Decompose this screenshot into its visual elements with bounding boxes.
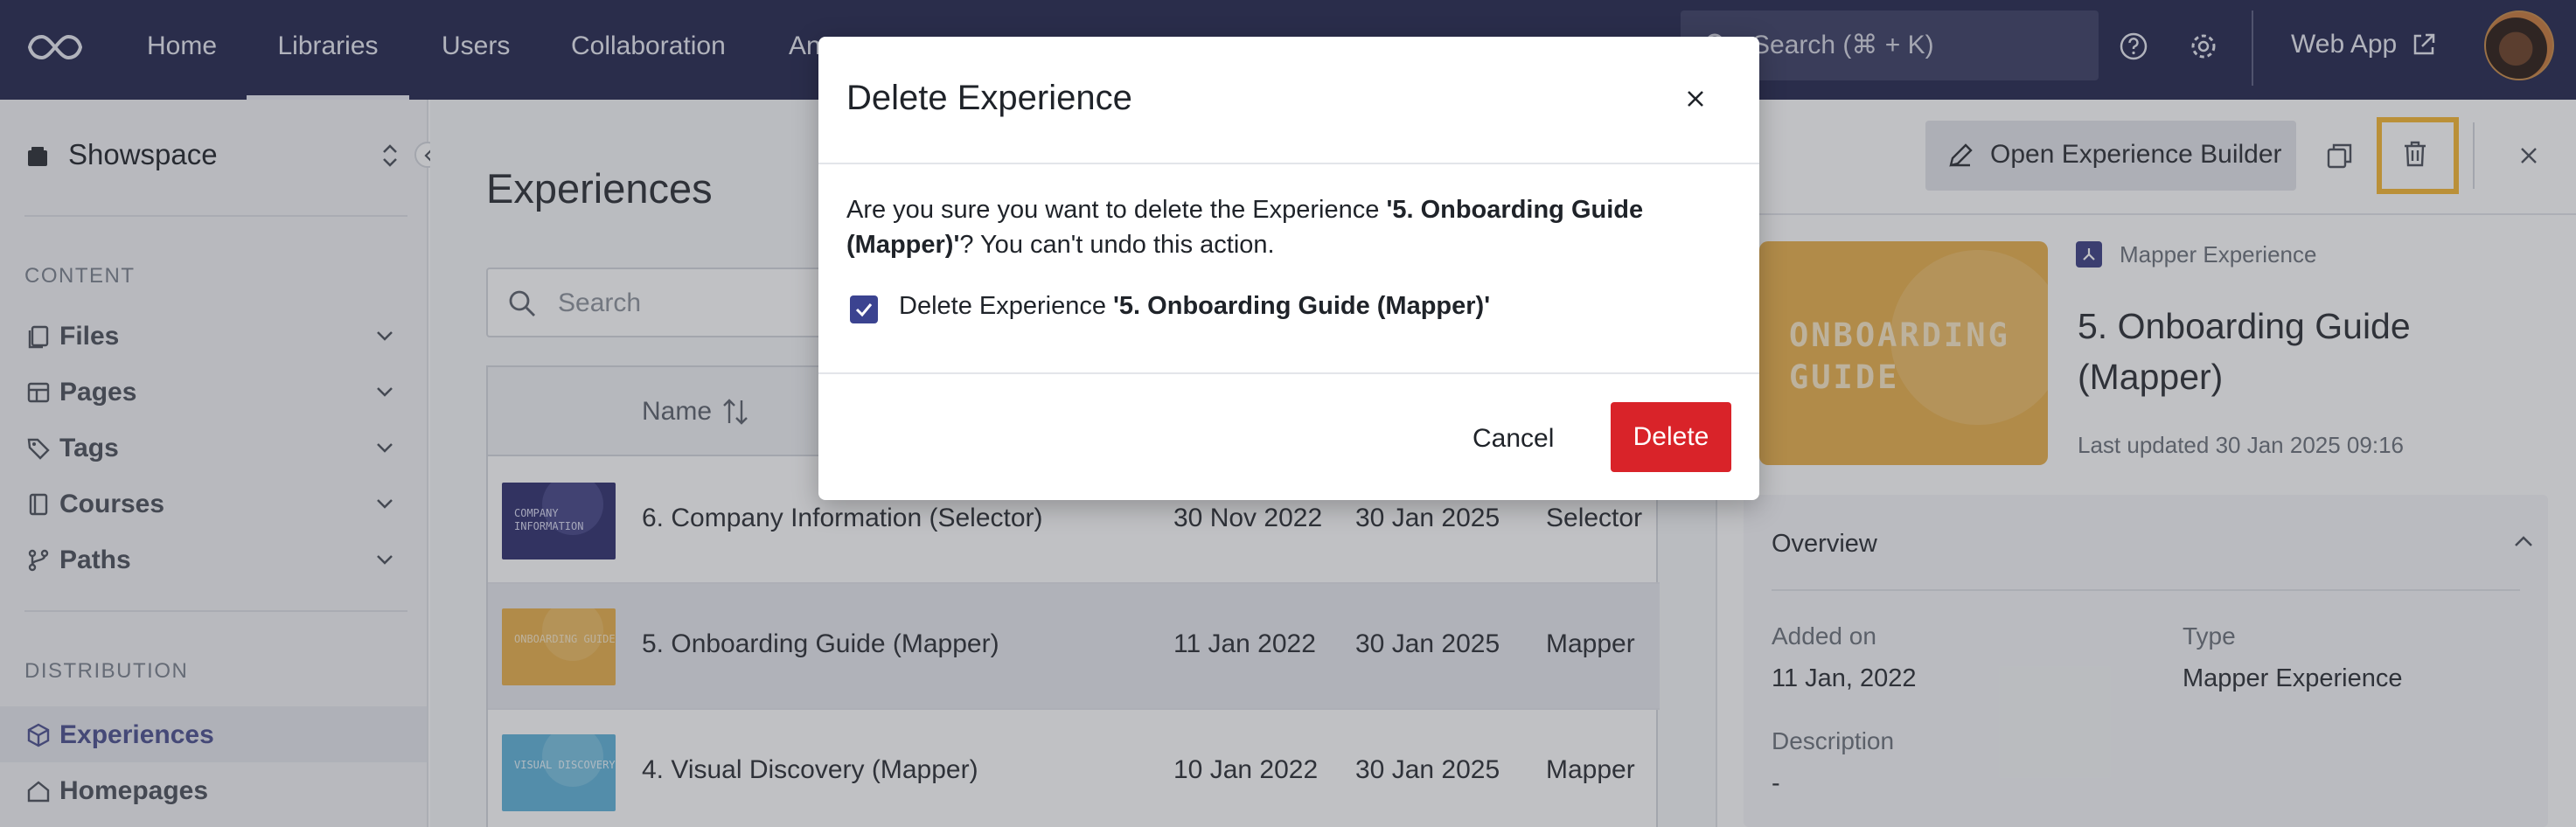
dialog-footer-divider — [818, 372, 1759, 374]
dialog-header-divider — [818, 163, 1759, 164]
confirm-delete-checkbox[interactable] — [850, 295, 878, 323]
dialog-message: Are you sure you want to delete the Expe… — [846, 196, 1644, 259]
cancel-button[interactable]: Cancel — [1472, 404, 1554, 474]
confirm-delete-checkbox-label[interactable]: Delete Experience '5. Onboarding Guide (… — [899, 292, 1490, 321]
close-icon[interactable] — [1682, 86, 1709, 112]
checkmark-icon — [855, 303, 873, 317]
dialog-title: Delete Experience — [846, 79, 1132, 117]
delete-experience-dialog: Delete Experience Are you sure you want … — [818, 37, 1759, 500]
delete-button[interactable]: Delete — [1611, 402, 1731, 472]
